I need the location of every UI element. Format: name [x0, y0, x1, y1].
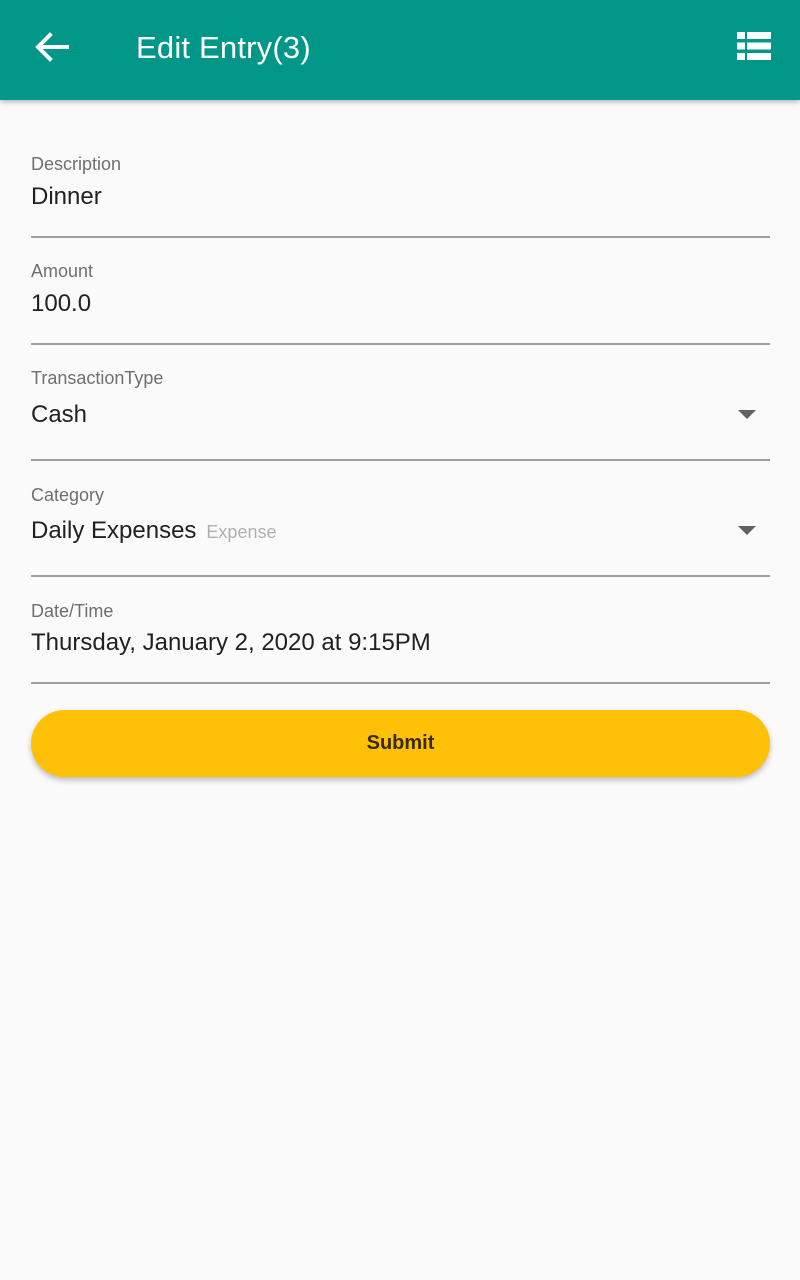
amount-field[interactable]: Amount 100.0: [31, 257, 770, 345]
description-input[interactable]: Dinner: [31, 183, 102, 211]
dropdown-arrow-icon[interactable]: [738, 410, 756, 419]
category-type: Expense: [206, 522, 277, 542]
category-dropdown[interactable]: Category Daily Expenses Expense: [31, 480, 770, 577]
datetime-field[interactable]: Date/Time Thursday, January 2, 2020 at 9…: [31, 596, 770, 684]
amount-input[interactable]: 100.0: [31, 290, 91, 318]
transaction-type-value: Cash: [31, 401, 88, 428]
description-label: Description: [31, 154, 122, 174]
category-value-row: Daily Expenses Expense: [31, 517, 276, 545]
datetime-value[interactable]: Thursday, January 2, 2020 at 9:15PM: [31, 629, 431, 657]
list-view-button[interactable]: [730, 24, 778, 72]
datetime-label: Date/Time: [31, 601, 114, 621]
transaction-type-label: TransactionType: [31, 368, 164, 388]
transaction-type-dropdown[interactable]: TransactionType Cash: [31, 364, 770, 461]
app-bar: Edit Entry(3): [0, 0, 800, 100]
description-field[interactable]: Description Dinner: [31, 150, 770, 238]
category-value: Daily Expenses: [31, 517, 197, 544]
submit-button[interactable]: Submit: [31, 710, 770, 777]
submit-label: Submit: [366, 732, 435, 754]
page-title: Edit Entry(3): [136, 30, 311, 65]
dropdown-arrow-icon[interactable]: [738, 526, 756, 535]
arrow-back-icon: [35, 31, 69, 67]
category-label: Category: [31, 485, 105, 505]
list-view-icon: [737, 31, 771, 65]
back-button[interactable]: [22, 22, 82, 76]
amount-label: Amount: [31, 261, 94, 281]
